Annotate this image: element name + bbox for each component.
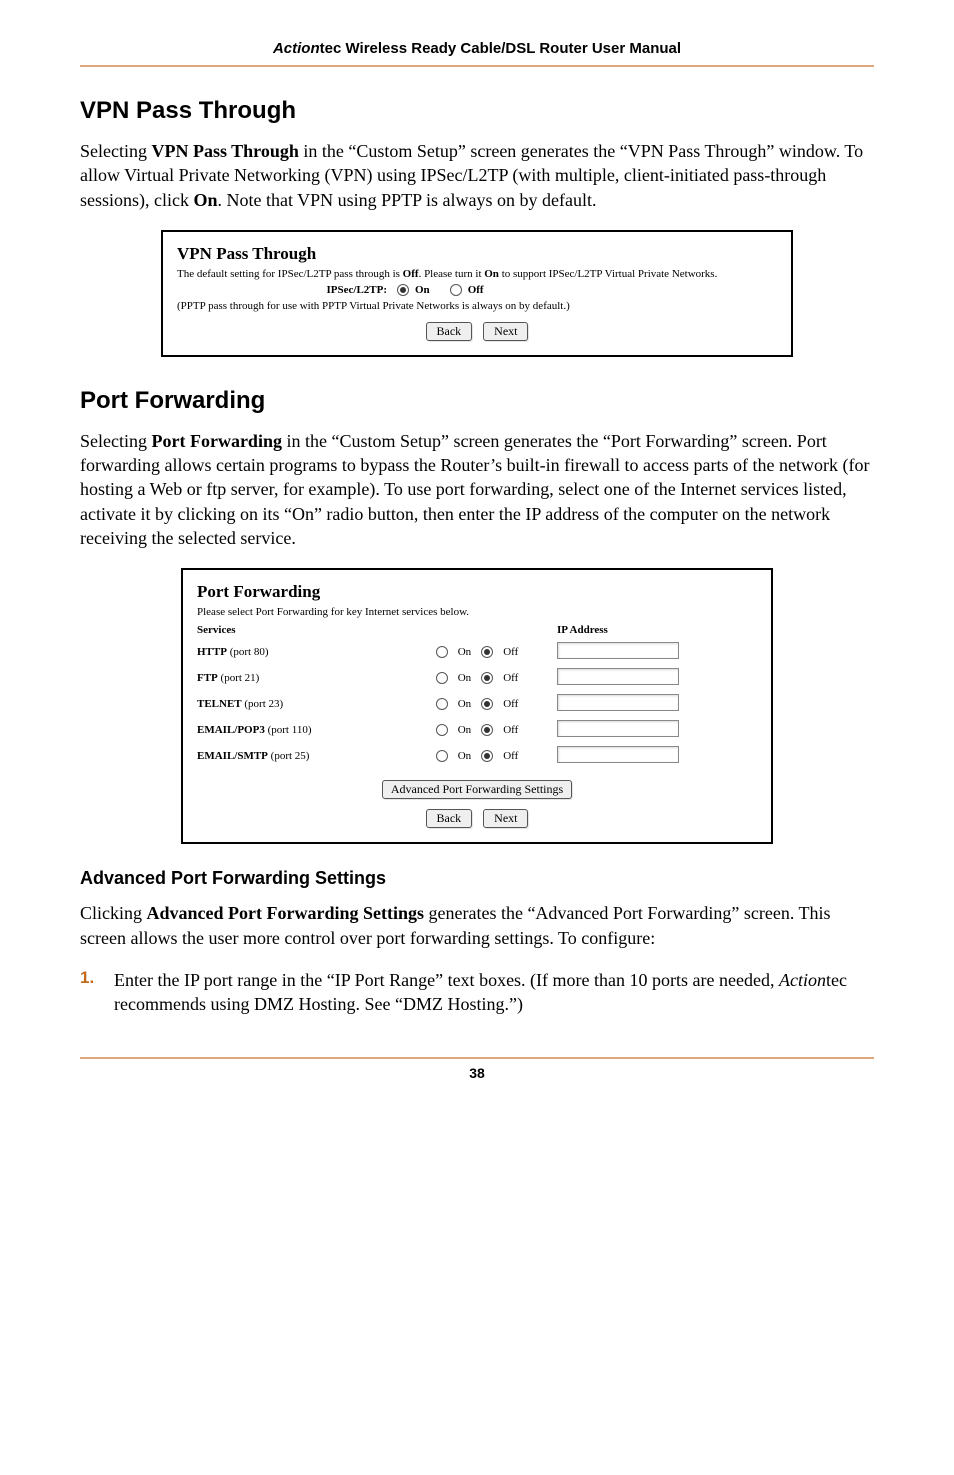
telnet-on-radio[interactable] (436, 698, 448, 710)
fig1-note: (PPTP pass through for use with PPTP Vir… (177, 300, 777, 312)
step-number: 1. (80, 968, 114, 1017)
fig1-desc: The default setting for IPSec/L2TP pass … (177, 268, 777, 280)
service-row: HTTP (port 80) (197, 646, 397, 658)
ftp-ip-input[interactable] (557, 668, 679, 685)
advanced-port-forwarding-paragraph: Clicking Advanced Port Forwarding Settin… (80, 901, 874, 950)
step-1: 1. Enter the IP port range in the “IP Po… (80, 968, 874, 1017)
service-row: EMAIL/SMTP (port 25) (197, 750, 397, 762)
service-row: FTP (port 21) (197, 672, 397, 684)
ipsec-on-label: On (415, 284, 430, 296)
advanced-port-forwarding-heading: Advanced Port Forwarding Settings (80, 868, 874, 889)
advanced-port-forwarding-button[interactable]: Advanced Port Forwarding Settings (382, 780, 572, 799)
port-forwarding-heading: Port Forwarding (80, 387, 874, 415)
http-off-radio[interactable] (481, 646, 493, 658)
col-services-header: Services (197, 624, 397, 636)
fig2-next-button[interactable]: Next (483, 809, 528, 828)
ipsec-off-label: Off (468, 284, 484, 296)
ftp-off-radio[interactable] (481, 672, 493, 684)
page-header: Actiontec Wireless Ready Cable/DSL Route… (80, 40, 874, 67)
fig2-title: Port Forwarding (197, 582, 757, 602)
header-title: Wireless Ready Cable/DSL Router User Man… (341, 40, 681, 57)
port-forwarding-screenshot: Port Forwarding Please select Port Forwa… (181, 568, 773, 844)
http-ip-input[interactable] (557, 642, 679, 659)
fig1-title: VPN Pass Through (177, 244, 777, 264)
smtp-on-radio[interactable] (436, 750, 448, 762)
smtp-off-radio[interactable] (481, 750, 493, 762)
step-body: Enter the IP port range in the “IP Port … (114, 968, 874, 1017)
page-number: 38 (469, 1065, 485, 1081)
vpn-pass-through-paragraph: Selecting VPN Pass Through in the “Custo… (80, 139, 874, 212)
vpn-pass-through-heading: VPN Pass Through (80, 97, 874, 125)
ipsec-off-radio[interactable] (450, 284, 462, 296)
telnet-off-radio[interactable] (481, 698, 493, 710)
fig2-subtitle: Please select Port Forwarding for key In… (197, 606, 757, 618)
fig1-next-button[interactable]: Next (483, 322, 528, 341)
service-row: TELNET (port 23) (197, 698, 397, 710)
pop3-ip-input[interactable] (557, 720, 679, 737)
pop3-on-radio[interactable] (436, 724, 448, 736)
fig1-back-button[interactable]: Back (426, 322, 473, 341)
brand-italic: Action (273, 40, 320, 57)
smtp-ip-input[interactable] (557, 746, 679, 763)
brand-rest: tec (320, 40, 342, 57)
service-row: EMAIL/POP3 (port 110) (197, 724, 397, 736)
http-on-radio[interactable] (436, 646, 448, 658)
ipsec-l2tp-label: IPSec/L2TP: (177, 284, 397, 296)
page-footer: 38 (80, 1057, 874, 1081)
col-ip-header: IP Address (557, 624, 717, 636)
ipsec-on-radio[interactable] (397, 284, 409, 296)
pop3-off-radio[interactable] (481, 724, 493, 736)
vpn-pass-through-screenshot: VPN Pass Through The default setting for… (161, 230, 793, 357)
telnet-ip-input[interactable] (557, 694, 679, 711)
fig2-back-button[interactable]: Back (426, 809, 473, 828)
port-forwarding-paragraph: Selecting Port Forwarding in the “Custom… (80, 429, 874, 550)
ftp-on-radio[interactable] (436, 672, 448, 684)
